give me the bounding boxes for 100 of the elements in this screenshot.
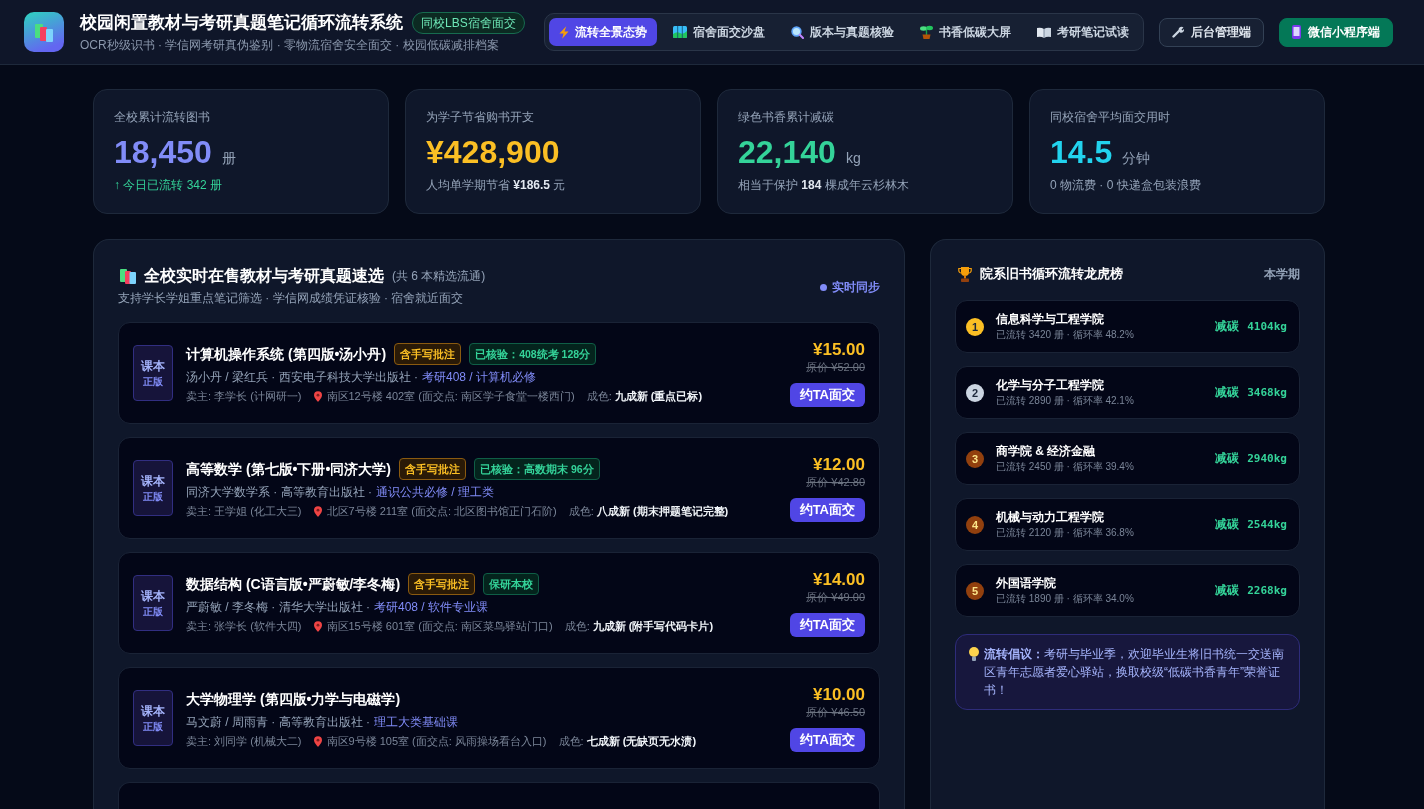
price: ¥12.00: [813, 454, 865, 475]
rank-medal: 3: [966, 449, 984, 468]
feature-tag: 同校LBS宿舍面交: [412, 11, 525, 34]
panel-title: 全校实时在售教材与考研真题速选: [144, 266, 384, 286]
seller-text: 卖主: 张学长 (软件大四): [186, 618, 302, 634]
stat-note: 相当于保护 184 棵成年云杉林木: [738, 177, 909, 193]
sync-status: 实时同步: [832, 278, 880, 296]
pin-icon: [313, 620, 322, 632]
admin-button[interactable]: 后台管理端: [1159, 17, 1264, 47]
carbon-value: 2544kg: [1247, 518, 1287, 531]
meetup-location: 南区9号楼 105室 (面交点: 风雨操场看台入口): [326, 733, 547, 749]
stat-unit: 册: [221, 150, 236, 168]
stat-note: 人均单学期节省 ¥186.5 元: [426, 177, 566, 193]
stat-note: 0 物流费 · 0 快递盒包装浪费: [1050, 177, 1201, 193]
book-title: 高等数学 (第七版•下册•同济大学): [186, 459, 392, 479]
nav-tab[interactable]: 宿舍面交沙盘: [663, 18, 775, 46]
books-icon: [120, 268, 136, 284]
course-category: 考研408 / 软件专业课: [374, 598, 489, 615]
course-category: 考研408 / 计算机必修: [422, 368, 537, 385]
carbon-label: 减碳: [1215, 318, 1240, 335]
sprout-icon: [920, 25, 933, 39]
stat-label: 绿色书香累计减碳: [738, 109, 834, 125]
carbon-label: 减碳: [1215, 516, 1240, 533]
annotation-tag: 含手写批注: [399, 457, 467, 480]
course-category: 理工大类基础课: [374, 713, 458, 730]
verification-tag: 已核验：高数期末 96分: [474, 457, 600, 480]
carbon-label: 减碳: [1215, 384, 1240, 401]
pin-icon: [313, 390, 322, 402]
nav-tab[interactable]: 书香低碳大屏: [910, 18, 1021, 46]
stat-value: 14.5: [1050, 133, 1113, 171]
nav-tab[interactable]: 版本与真题核验: [781, 18, 904, 46]
stat-value: 22,140: [738, 133, 836, 171]
open-book-icon: [1037, 26, 1051, 38]
rank-medal: 1: [966, 317, 984, 336]
department-name: 外国语学院: [996, 576, 1057, 591]
panel-subtitle: 支持学长学姐重点笔记筛选 · 学信网成绩凭证核验 · 宿舍就近面交: [118, 290, 464, 306]
department-name: 机械与动力工程学院: [996, 510, 1105, 525]
condition-text: 成色: 九成新 (重点已标): [586, 388, 703, 404]
verification-tag: 已核验：408统考 128分: [469, 342, 597, 365]
cover-sublabel: 正版: [143, 605, 163, 618]
original-price: 原价 ¥46.50: [806, 704, 865, 719]
meetup-button[interactable]: 约TA面交: [789, 727, 865, 752]
mini-program-button[interactable]: 微信小程序端: [1279, 17, 1393, 47]
phone-icon: [1292, 25, 1301, 39]
author-publisher: 严蔚敏 / 李冬梅 · 清华大学出版社 ·: [186, 598, 370, 615]
department-stats: 已流转 2890 册 · 循环率 42.1%: [996, 394, 1135, 407]
department-stats: 已流转 1890 册 · 循环率 34.0%: [996, 592, 1135, 605]
period-label: 本学期: [1264, 265, 1300, 283]
book-title: 大学物理学 (第四版•力学与电磁学): [186, 689, 401, 709]
app-title: 校园闲置教材与考研真题笔记循环流转系统: [80, 12, 403, 33]
stat-note: ↑ 今日已流转 342 册: [114, 177, 223, 193]
cover-label: 课本: [141, 588, 165, 603]
nav-tab[interactable]: 考研笔记试读: [1027, 18, 1139, 46]
cover-sublabel: 正版: [143, 490, 163, 503]
department-stats: 已流转 2450 册 · 循环率 39.4%: [996, 460, 1135, 473]
cover-label: 课本: [141, 703, 165, 718]
stat-label: 全校累计流转图书: [114, 109, 210, 125]
carbon-value: 2268kg: [1247, 584, 1287, 597]
cover-sublabel: 正版: [143, 375, 163, 388]
stat-label: 同校宿舍平均面交用时: [1050, 109, 1170, 125]
original-price: 原价 ¥49.00: [806, 589, 865, 604]
meetup-button[interactable]: 约TA面交: [789, 497, 865, 522]
app-subtitle: OCR秒级识书 · 学信网考研真伪鉴别 · 零物流宿舍安全面交 · 校园低碳减排档案: [80, 36, 500, 53]
annotation-tag: 含手写批注: [408, 572, 476, 595]
rank-medal: 2: [966, 383, 984, 402]
meetup-button[interactable]: 约TA面交: [789, 612, 865, 637]
verification-tag: 保研本校: [483, 572, 540, 595]
department-name: 化学与分子工程学院: [996, 378, 1105, 393]
cover-label: 课本: [141, 473, 165, 488]
rank-medal: 5: [966, 581, 984, 600]
price: ¥15.00: [813, 339, 865, 360]
meetup-location: 南区12号楼 402室 (面交点: 南区学子食堂一楼西门): [326, 388, 575, 404]
original-price: 原价 ¥42.80: [806, 474, 865, 489]
status-dot-icon: [820, 283, 827, 291]
stat-label: 为学子节省购书开支: [426, 109, 534, 125]
carbon-label: 减碳: [1215, 450, 1240, 467]
carbon-label: 减碳: [1215, 582, 1240, 599]
rank-medal: 4: [966, 515, 984, 534]
panel-title: 院系旧书循环流转龙虎榜: [980, 265, 1123, 283]
seller-text: 卖主: 刘同学 (机械大二): [186, 733, 302, 749]
department-stats: 已流转 3420 册 · 循环率 48.2%: [996, 328, 1135, 341]
lightbulb-icon: [969, 647, 979, 661]
wrench-icon: [1172, 26, 1184, 38]
meetup-button[interactable]: 约TA面交: [789, 382, 865, 407]
lightning-icon: [559, 25, 569, 39]
map-icon: [673, 26, 687, 38]
logo-icon: [24, 12, 64, 52]
stat-value: ¥428,900: [426, 133, 560, 171]
price: ¥10.00: [813, 684, 865, 705]
trophy-icon: [958, 266, 972, 282]
book-title: 数据结构 (C语言版•严蔚敏/李冬梅): [186, 574, 401, 594]
department-name: 商学院 & 经济金融: [996, 444, 1097, 459]
department-stats: 已流转 2120 册 · 循环率 36.8%: [996, 526, 1135, 539]
price: ¥14.00: [813, 569, 865, 590]
author-publisher: 同济大学数学系 · 高等教育出版社 ·: [186, 483, 372, 500]
search-icon: [791, 25, 804, 39]
meetup-location: 北区7号楼 211室 (面交点: 北区图书馆正门石阶): [326, 503, 557, 519]
stat-unit: 分钟: [1122, 150, 1151, 168]
carbon-value: 4104kg: [1247, 320, 1287, 333]
nav-tab[interactable]: 流转全景态势: [549, 18, 657, 46]
